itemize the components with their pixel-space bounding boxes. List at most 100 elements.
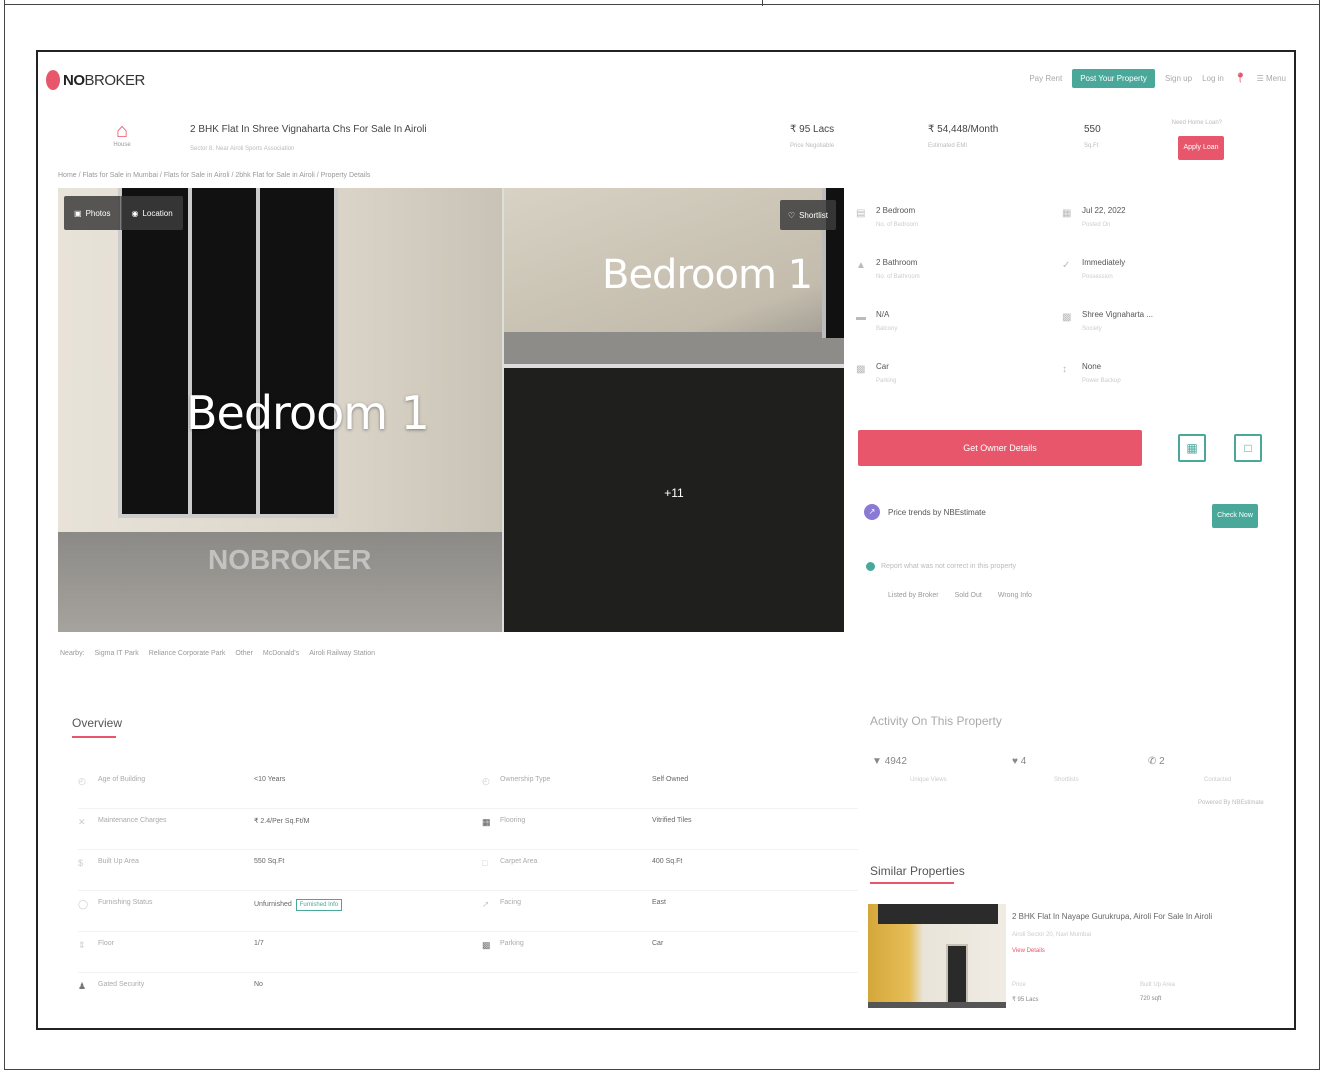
shortlists-label: Shortlists [1054, 777, 1079, 783]
similar-property-title[interactable]: 2 BHK Flat In Nayape Gurukrupa, Airoli F… [1012, 912, 1212, 921]
nav-menu-label: Menu [1265, 74, 1286, 83]
views-label: Unique Views [910, 777, 947, 783]
nearby-item[interactable]: Other [235, 650, 253, 657]
loan-question: Need Home Loan? [1171, 120, 1222, 126]
main-photo[interactable]: Bedroom 1 NOBROKER ▣ Photos ◉ Location [58, 188, 502, 632]
screenshot: NOBROKER Pay Rent Post Your Property Sig… [36, 50, 1296, 1030]
phone-icon: ✆ [1148, 756, 1157, 767]
detail-label: No. of Bathroom [876, 274, 920, 280]
overview-value: 1/7 [254, 940, 264, 947]
report-wrong-info[interactable]: Wrong Info [998, 592, 1032, 599]
shortlist-label: Shortlist [799, 210, 828, 220]
top-nav: NOBROKER Pay Rent Post Your Property Sig… [38, 52, 1294, 108]
nav-menu[interactable]: ☰ Menu [1257, 74, 1286, 83]
detail-label: Possession [1082, 274, 1113, 280]
price-value: ₹ 95 Lacs [790, 124, 835, 135]
schedule-visit-calendar-icon[interactable]: ▦ [1178, 434, 1206, 462]
overview-value: 400 Sq.Ft [652, 858, 683, 865]
nearby-item[interactable]: Airoli Railway Station [309, 650, 375, 657]
similar-properties-title: Similar Properties [870, 864, 965, 878]
main-photo-caption: Bedroom 1 [186, 386, 430, 440]
security-guard-icon: ♟ [78, 981, 87, 991]
area-stat: 550 Sq.Ft [1084, 124, 1101, 149]
detail-posted: ▦ Jul 22, 2022 Posted On [1062, 202, 1262, 252]
ownership-icon: ◴ [482, 776, 490, 786]
nav-right: Pay Rent Post Your Property Sign up Log … [1029, 69, 1286, 88]
overview-value: Unfurnished Furnished Info [254, 899, 343, 911]
logo-text: NOBROKER [63, 71, 145, 89]
property-type-label: House [113, 142, 131, 148]
powered-by: Powered By NBEstimate [1198, 800, 1264, 806]
overview-row: ✕ Maintenance Charges ₹ 2.4/Per Sq.Ft/M … [78, 809, 858, 850]
overview-grid: ◴ Age of Building <10 Years ◴ Ownership … [78, 768, 858, 1014]
maintenance-icon: ✕ [78, 817, 86, 827]
detail-label: Parking [876, 378, 897, 384]
car-icon: ▩ [482, 940, 491, 950]
logo[interactable]: NOBROKER [46, 70, 145, 90]
side-photo[interactable]: Bedroom 1 ♡ Shortlist [504, 188, 844, 364]
overview-label: Flooring [500, 817, 526, 824]
nav-signup[interactable]: Sign up [1165, 74, 1192, 83]
shortlist-button[interactable]: ♡ Shortlist [779, 200, 836, 230]
overview-value: Self Owned [652, 776, 689, 783]
detail-value: 2 Bathroom [876, 258, 918, 267]
detail-label: Power Backup [1082, 378, 1121, 384]
breadcrumb[interactable]: Home / Flats for Sale in Mumbai / Flats … [58, 172, 370, 179]
info-icon [866, 562, 875, 571]
views-stat: ▼ 4942 Unique Views [872, 756, 947, 783]
calendar-icon: ▦ [1062, 208, 1072, 219]
check-now-button[interactable]: Check Now [1212, 504, 1258, 528]
nav-pay-rent[interactable]: Pay Rent [1029, 74, 1062, 83]
nav-login[interactable]: Log in [1202, 74, 1224, 83]
get-owner-details-button[interactable]: Get Owner Details [858, 430, 1142, 466]
emi-stat: ₹ 54,448/Month Estimated EMI [928, 124, 998, 149]
side-photo-caption: Bedroom 1 [602, 252, 813, 298]
activity-title: Activity On This Property [870, 714, 1002, 728]
similar-area: Built Up Area 720 sqft [1140, 982, 1175, 1002]
report-sold-out[interactable]: Sold Out [955, 592, 982, 599]
overview-label: Floor [98, 940, 114, 947]
overview-label: Built Up Area [98, 858, 139, 865]
more-photos-tile[interactable]: +11 [504, 368, 844, 632]
overview-row: ◯ Furnishing Status Unfurnished Furnished… [78, 891, 858, 932]
post-property-button[interactable]: Post Your Property [1072, 69, 1155, 88]
similar-price: Price ₹ 95 Lacs [1012, 982, 1039, 1003]
overview-label: Age of Building [98, 776, 146, 783]
detail-label: Society [1082, 326, 1102, 332]
apply-loan-button[interactable]: Apply Loan [1178, 136, 1224, 160]
more-photos-count: +11 [664, 486, 684, 500]
activity-stats: ▼ 4942 Unique Views ♥ 4 Shortlists ✆ 2 C… [872, 756, 1272, 796]
price-trends: ↗ Price trends by NBEstimate [864, 504, 986, 520]
overview-title[interactable]: Overview [72, 716, 122, 730]
nearby-item[interactable]: Sigma IT Park [95, 650, 139, 657]
chat-icon[interactable]: □ [1234, 434, 1262, 462]
furnished-info-badge[interactable]: Furnished Info [295, 899, 343, 911]
location-pin-icon[interactable]: 📍︎ [1234, 73, 1247, 84]
gallery-tabs: ▣ Photos ◉ Location [64, 196, 183, 230]
report-section: Report what was not correct in this prop… [866, 562, 1016, 571]
area-value: 550 [1084, 124, 1101, 135]
report-listed-by-broker[interactable]: Listed by Broker [888, 592, 939, 599]
report-options: Listed by Broker Sold Out Wrong Info [888, 592, 1032, 599]
nearby-item[interactable]: Reliance Corporate Park [149, 650, 226, 657]
area-unit: Sq.Ft [1084, 143, 1099, 149]
view-details-link[interactable]: View Details [1012, 948, 1045, 954]
overview-row: $ Built Up Area 550 Sq.Ft □ Carpet Area … [78, 850, 858, 891]
photo-gallery: Bedroom 1 NOBROKER ▣ Photos ◉ Location Bed… [58, 188, 844, 632]
floor-icon: ⇕ [78, 940, 86, 950]
price-note: Price Negotiable [790, 143, 835, 149]
similar-property-card[interactable]: 2 BHK Flat In Nayape Gurukrupa, Airoli F… [868, 904, 1268, 1014]
trend-icon: ↗ [864, 504, 880, 520]
contacted-stat: ✆ 2 Contacted [1148, 756, 1231, 783]
carpet-area-icon: □ [482, 858, 488, 868]
similar-property-photo[interactable] [868, 904, 1006, 1008]
property-address[interactable]: Sector 8, Near Airoli Sports Association [190, 146, 294, 152]
contacted-label: Contacted [1204, 777, 1232, 783]
detail-value: 2 Bedroom [876, 206, 916, 215]
location-tab[interactable]: ◉ Location [121, 196, 182, 230]
detail-society: ▩ Shree Vignaharta ... Society [1062, 306, 1262, 356]
nearby-item[interactable]: McDonald's [263, 650, 299, 657]
detail-label: Balcony [876, 326, 898, 332]
overview-value: ₹ 2.4/Per Sq.Ft/M [254, 818, 310, 825]
photos-tab[interactable]: ▣ Photos [64, 196, 122, 230]
